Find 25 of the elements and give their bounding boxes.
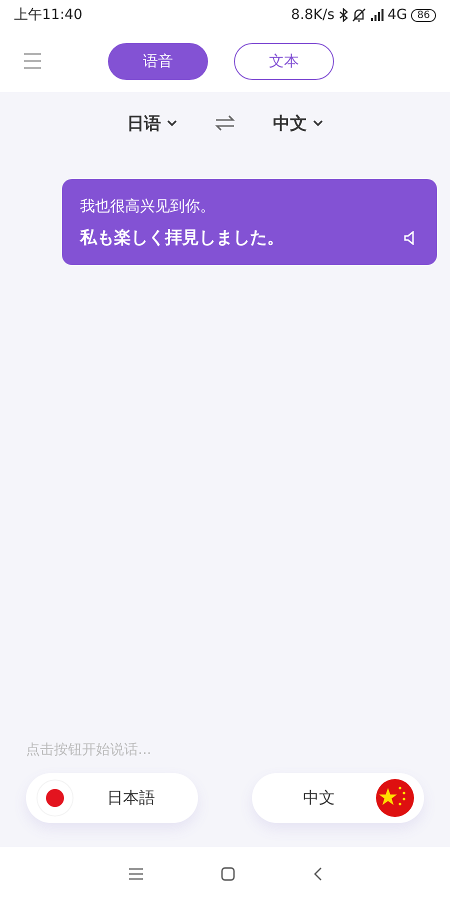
source-language-dropdown[interactable]: 日语 <box>127 112 177 134</box>
target-language-dropdown[interactable]: 中文 <box>273 112 323 134</box>
swap-icon[interactable] <box>215 115 235 131</box>
home-icon[interactable] <box>220 866 234 880</box>
menu-icon[interactable] <box>128 868 142 880</box>
battery-level: 86 <box>411 8 436 22</box>
chevron-down-icon <box>167 120 177 126</box>
china-flag-icon <box>376 779 414 817</box>
mode-tab[interactable]: 文本 <box>234 42 334 80</box>
network-type: 4G <box>388 7 408 23</box>
bluetooth-icon <box>338 8 348 22</box>
network-speed: 8.8K/s <box>291 7 334 23</box>
translated-text: 我也很高兴见到你。 <box>80 197 216 216</box>
signal-icon <box>370 8 384 22</box>
speaker-icon[interactable] <box>403 230 417 244</box>
bell-off-icon <box>352 8 366 22</box>
status-time: 上午11:40 <box>14 6 82 24</box>
japan-flag-icon <box>36 779 74 817</box>
mode-tab[interactable]: 语音 <box>108 42 208 80</box>
original-text: 私も楽しく拝見しました。 <box>80 227 284 249</box>
back-icon[interactable] <box>312 866 322 880</box>
chevron-down-icon <box>313 120 323 126</box>
hint-text: 点击按钮开始说话... <box>25 741 152 759</box>
speak-button[interactable]: 中文 <box>252 773 424 823</box>
speak-button[interactable]: 日本語 <box>26 773 198 823</box>
